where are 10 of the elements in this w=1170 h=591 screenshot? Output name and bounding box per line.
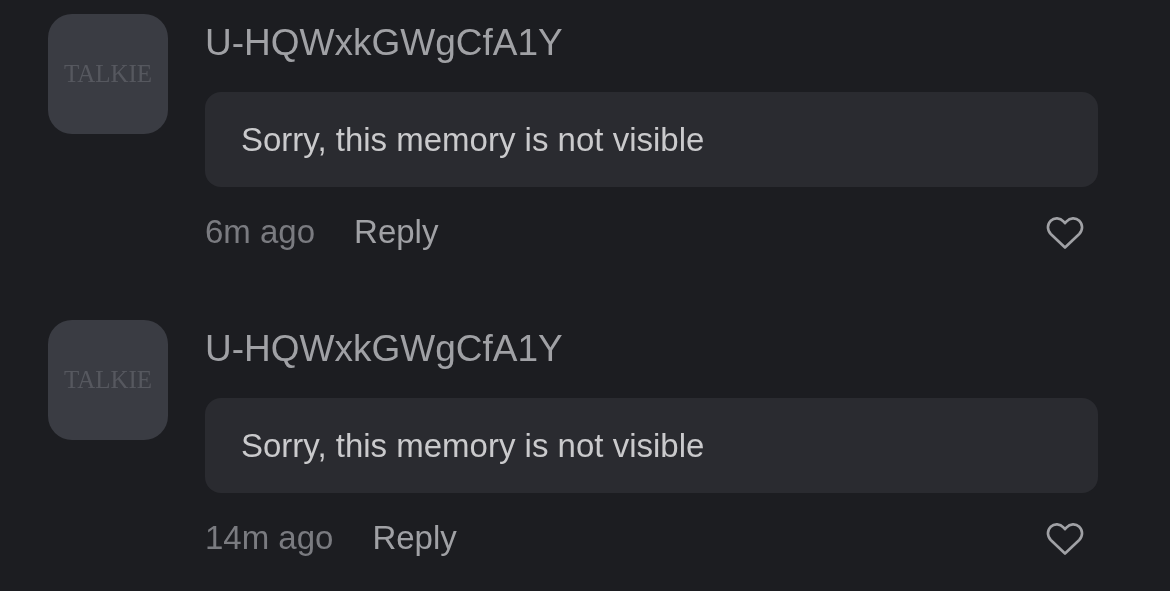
username: U-HQWxkGWgCfA1Y bbox=[205, 21, 564, 65]
heart-icon[interactable] bbox=[1045, 214, 1085, 250]
timestamp: 14m ago bbox=[205, 519, 334, 557]
heart-icon[interactable] bbox=[1045, 520, 1085, 556]
username: U-HQWxkGWgCfA1Y bbox=[205, 327, 564, 371]
timestamp: 6m ago bbox=[205, 213, 316, 251]
comment-bubble: Sorry, this memory is not visible bbox=[205, 92, 1098, 187]
reply-button[interactable]: Reply bbox=[372, 519, 457, 557]
comment-bubble: Sorry, this memory is not visible bbox=[205, 398, 1098, 493]
reply-button[interactable]: Reply bbox=[354, 213, 439, 251]
